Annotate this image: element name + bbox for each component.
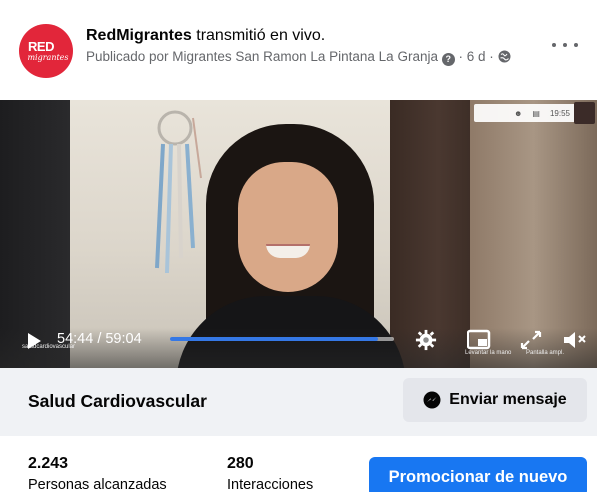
- zoom-clock: 19:55: [549, 108, 570, 118]
- send-message-button[interactable]: Enviar mensaje: [403, 378, 587, 422]
- interactions-label: Interacciones: [227, 477, 314, 492]
- published-by-link[interactable]: Publicado por Migrantes San Ramon La Pin…: [86, 49, 438, 64]
- settings-gear-icon[interactable]: [414, 329, 438, 351]
- reach-label: Personas alcanzadas: [28, 477, 167, 492]
- interactions-stat[interactable]: 280 Interacciones: [227, 454, 313, 492]
- reach-value: 2.243: [28, 455, 69, 472]
- zoom-chat-icon: ▤: [532, 108, 540, 118]
- video-controls: 54:44 / 59:04: [0, 326, 597, 356]
- picture-in-picture-icon[interactable]: [467, 329, 493, 351]
- messenger-icon: [423, 391, 441, 409]
- presenter-face: [238, 162, 338, 292]
- info-icon[interactable]: ?: [441, 53, 455, 66]
- volume-icon[interactable]: [562, 329, 588, 351]
- promote-again-button[interactable]: Promocionar de nuevo: [369, 457, 587, 492]
- more-dot-icon: [574, 43, 578, 47]
- video-progress-bar[interactable]: [170, 337, 394, 341]
- video-title-row: Salud Cardiovascular Enviar mensaje: [0, 368, 597, 436]
- more-options-button[interactable]: [552, 38, 578, 52]
- avatar-logo-text: RED: [28, 38, 54, 54]
- post-header-text: RedMigrantes transmitió en vivo. Publica…: [86, 26, 556, 68]
- more-dot-icon: [563, 43, 567, 47]
- send-message-label: Enviar mensaje: [449, 391, 567, 408]
- page-avatar[interactable]: RED migrantes: [19, 24, 73, 78]
- more-dot-icon: [552, 43, 556, 47]
- video-time-display: 54:44 / 59:04: [57, 331, 142, 347]
- avatar-logo-subtext: migrantes: [27, 52, 69, 62]
- zoom-participants-icon: ☻: [513, 108, 523, 118]
- zoom-self-view-thumbnail: [574, 102, 595, 124]
- page-name-link[interactable]: RedMigrantes: [86, 27, 192, 44]
- globe-icon: [498, 50, 511, 68]
- post-timestamp[interactable]: · 6 d ·: [455, 49, 498, 64]
- video-progress-fill: [170, 337, 378, 341]
- post-header: RED migrantes RedMigrantes transmitió en…: [0, 0, 597, 100]
- post-action-text: transmitió en vivo.: [191, 27, 326, 44]
- post-stats-row: 2.243 Personas alcanzadas 280 Interaccio…: [0, 436, 597, 492]
- dreamcatcher-decoration: [155, 110, 202, 274]
- interactions-value: 280: [227, 455, 254, 472]
- play-icon[interactable]: [28, 333, 41, 349]
- video-title: Salud Cardiovascular: [28, 391, 207, 411]
- fullscreen-icon[interactable]: [519, 329, 543, 351]
- reach-stat[interactable]: 2.243 Personas alcanzadas: [28, 454, 167, 492]
